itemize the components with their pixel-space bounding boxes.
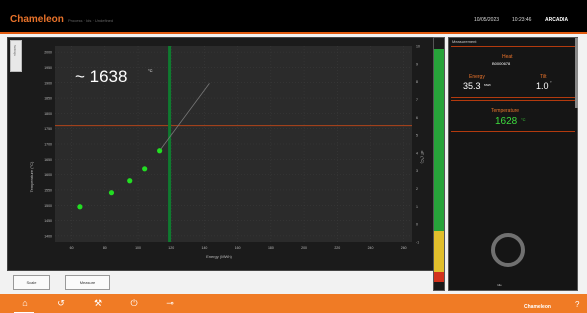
heat-label: Heat [502, 54, 513, 60]
x-tick-label: 140 [202, 246, 208, 250]
data-point [108, 190, 115, 196]
heat-value: B0000678 [492, 61, 511, 66]
y-tick-label: 1800 [44, 112, 52, 116]
y-tick-label: 1700 [44, 143, 52, 147]
power-icon[interactable]: ⏻ [127, 298, 141, 309]
bottom-navigation: ⌂ ↺ ⚒ ⏻ ⊸ [0, 294, 587, 313]
x-tick-label: 100 [135, 246, 141, 250]
app-title: Chameleon [10, 14, 64, 25]
x-tick-label: 120 [168, 246, 174, 250]
data-point [157, 148, 163, 154]
y-tick-label: 1900 [44, 81, 52, 85]
home-icon[interactable]: ⌂ [18, 298, 32, 309]
top-bar: Chameleon Process · Ids · Undefined 10/0… [0, 0, 587, 34]
level-bar-yellow [434, 231, 444, 273]
time-display: 10:23:46 [512, 17, 532, 23]
y2-tick-label: 0 [416, 223, 418, 227]
x-tick-label: 60 [70, 246, 74, 250]
date-display: 10/05/2023 [474, 17, 500, 23]
panel-scrollbar[interactable] [575, 38, 578, 108]
x-tick-label: 160 [235, 246, 241, 250]
data-point [142, 166, 148, 172]
y-tick-label: 1650 [44, 158, 52, 162]
level-bar-green [434, 49, 444, 232]
x-axis-label: Energy (MWh) [206, 254, 232, 259]
temperature-annotation: ~ 1638 [75, 67, 127, 86]
y-tick-label: 2000 [44, 51, 52, 55]
y-tick-label: 1550 [44, 188, 52, 192]
tilt-label: Tilt [540, 74, 547, 80]
y-tick-label: 1400 [44, 234, 52, 238]
y-tick-label: 1450 [44, 219, 52, 223]
y2-tick-label: 7 [416, 98, 418, 102]
status-gauge-ring [491, 233, 525, 267]
y2-tick-label: 4 [416, 151, 418, 155]
breadcrumb: Process · Ids · Undefined [68, 18, 114, 23]
y2-tick-label: 8 [416, 80, 418, 84]
y2-tick-label: 5 [416, 134, 418, 138]
gauge-label: Idle [497, 283, 502, 287]
tilt-unit: ° [550, 80, 552, 85]
panel-title: Measurement [452, 39, 477, 44]
scale-button[interactable]: Scale [13, 275, 50, 290]
data-point [77, 204, 83, 210]
y2-axis-label: dT (°C) [420, 151, 425, 165]
level-bar [433, 37, 445, 291]
temperature-label: Temperature [491, 108, 520, 114]
help-icon[interactable]: ? [575, 300, 579, 309]
x-tick-label: 200 [301, 246, 307, 250]
y2-tick-label: 3 [416, 169, 418, 173]
temperature-annotation-unit: °C [148, 68, 153, 73]
y2-tick-label: 9 [416, 62, 418, 66]
measure-button[interactable]: Measure [65, 275, 110, 290]
energy-label: Energy [469, 74, 485, 80]
y2-tick-label: 2 [416, 187, 418, 191]
y-tick-label: 1500 [44, 204, 52, 208]
y2-tick-label: -1 [416, 241, 419, 245]
y-tick-label: 1600 [44, 173, 52, 177]
data-point [127, 178, 133, 184]
level-bar-red [434, 272, 444, 282]
y2-tick-label: 6 [416, 116, 418, 120]
temperature-value: 1628 [495, 116, 518, 127]
y2-tick-label: 10 [416, 45, 420, 49]
temperature-unit: °C [521, 117, 526, 122]
y-tick-label: 1750 [44, 127, 52, 131]
x-tick-label: 180 [268, 246, 274, 250]
y-axis-label: Temperature (°C) [29, 161, 34, 192]
x-tick-label: 220 [334, 246, 340, 250]
energy-unit: MWh [484, 83, 491, 87]
temperature-energy-chart: Temperature (°C) dT (°C) Energy (MWh) 60… [29, 45, 425, 260]
network-icon[interactable]: ⊸ [163, 298, 177, 309]
user-name[interactable]: ARCADIA [545, 17, 568, 23]
energy-value: 35.3 [463, 81, 481, 91]
y-tick-label: 1950 [44, 66, 52, 70]
tools-icon[interactable]: ⚒ [91, 298, 105, 309]
history-icon[interactable]: ↺ [54, 298, 68, 309]
y-tick-label: 1850 [44, 97, 52, 101]
y2-tick-label: 1 [416, 205, 418, 209]
x-tick-label: 240 [368, 246, 374, 250]
x-tick-label: 80 [103, 246, 107, 250]
brand-logo: Chameleon [524, 304, 551, 310]
tilt-value: 1.0 [536, 81, 549, 91]
x-tick-label: 260 [401, 246, 407, 250]
